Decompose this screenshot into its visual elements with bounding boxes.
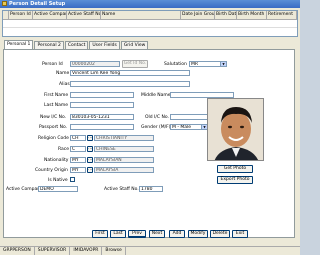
old-ic-label: Old I/C No. [145,115,169,120]
delete-button[interactable]: Delete [210,230,230,238]
gender-select[interactable]: M - Male ▼ [170,124,208,130]
get-photo-button[interactable]: Get Photo [217,165,253,173]
title-bar: Person Detail Setup [0,0,300,8]
person-detail-window: Person Detail Setup Person Id Active Com… [0,0,300,255]
tab-strip: Personal 1 Personal 2 Contact User Field… [4,40,149,49]
status-user: SUPERVISOR [35,247,71,255]
name-label: Name [56,71,70,76]
window-title: Person Detail Setup [9,1,66,7]
prev-button[interactable]: Prev [128,230,146,238]
status-operator: IMIDAVOPR [70,247,103,255]
col-name[interactable]: Name [101,11,181,19]
grid-header: Person Id Active Company Active Staff No… [3,11,297,20]
person-photo [207,98,264,161]
col-active-company[interactable]: Active Company [33,11,67,19]
country-label: Country Origin [35,168,68,173]
religion-lookup-button[interactable]: … [87,135,93,141]
alias-field[interactable] [70,81,190,87]
race-desc-field: CHINESE [94,146,154,152]
tab-personal-1[interactable]: Personal 1 [4,40,34,49]
salutation-value: MR [191,62,199,67]
passport-field[interactable] [70,124,134,130]
col-active-staff[interactable]: Active Staff No. [67,11,101,19]
alias-label: Alias [59,82,70,87]
person-photo-image [208,99,263,160]
active-staff-field[interactable]: 1780 [139,186,163,192]
country-code-field[interactable]: MY [70,167,86,173]
status-module: GRPPERSON [0,247,35,255]
first-name-label: First Name [44,93,69,98]
religion-label: Religion Code [38,136,69,141]
gender-value: M - Male [172,125,192,130]
salutation-label: Salutation [164,62,187,67]
is-native-checkbox[interactable] [70,177,75,182]
col-person-id[interactable]: Person Id [9,11,33,19]
new-ic-field[interactable]: 830103-05-1231 [70,114,134,120]
personal-1-panel: Person Id 00000202 Get Id No. Salutation… [3,49,295,238]
modify-button[interactable]: Modify [188,230,208,238]
next-button[interactable]: Next [149,230,165,238]
tab-grid-view[interactable]: Grid View [120,41,149,49]
new-ic-label: New I/C No. [40,115,67,120]
nationality-code-field[interactable]: MY [70,157,86,163]
grid-row[interactable] [3,20,297,28]
active-company-field[interactable]: DEMO [38,186,78,192]
col-birth-month[interactable]: Birth Month [237,11,267,19]
tab-user-fields[interactable]: User Fields [89,41,120,49]
tab-personal-2[interactable]: Personal 2 [34,41,64,49]
status-mode: Browse [102,247,126,255]
country-lookup-button[interactable]: … [87,167,93,173]
navigation-bar: First Last Prev Next Add Modify Delete E… [4,227,296,239]
country-desc-field: MALAYSIA [94,167,154,173]
col-date-join[interactable]: Date Join Group [181,11,215,19]
race-label: Race [58,147,70,152]
is-native-label: Is Native [48,178,68,183]
race-lookup-button[interactable]: … [87,146,93,152]
person-id-label: Person Id [42,62,63,67]
first-name-field[interactable] [70,92,134,98]
chevron-down-icon[interactable]: ▼ [220,62,226,66]
exit-button[interactable]: Exit [232,230,248,238]
last-button[interactable]: Last [110,230,126,238]
passport-label: Passport No. [39,125,68,130]
nationality-desc-field: MALAYSIAN [94,157,154,163]
nationality-lookup-button[interactable]: … [87,157,93,163]
first-button[interactable]: First [92,230,108,238]
col-retirement[interactable]: Retirement [267,11,297,19]
active-staff-label: Active Staff No. [104,187,139,192]
religion-code-field[interactable]: CH [70,135,86,141]
tab-contact[interactable]: Contact [64,41,89,49]
status-bar: GRPPERSON SUPERVISOR IMIDAVOPR Browse [0,246,300,255]
race-code-field[interactable]: C [70,146,86,152]
nationality-label: Nationality [44,158,69,163]
religion-desc-field: CHRISTIANITY [94,135,154,141]
add-button[interactable]: Add [169,230,185,238]
middle-name-label: Middle Name [141,93,171,98]
last-name-label: Last Name [44,103,69,108]
export-photo-button[interactable]: Export Photo [217,176,253,184]
person-grid[interactable]: Person Id Active Company Active Staff No… [2,10,298,37]
col-birth-date[interactable]: Birth Date [215,11,237,19]
last-name-field[interactable] [70,102,134,108]
person-id-field: 00000202 [70,61,120,67]
app-icon [2,1,7,6]
get-id-button[interactable]: Get Id No. [122,60,148,68]
gender-label: Gender (M/F) [141,125,171,130]
salutation-select[interactable]: MR ▼ [189,61,227,67]
name-field[interactable]: Vincent Lim Kee Yong [70,70,190,76]
